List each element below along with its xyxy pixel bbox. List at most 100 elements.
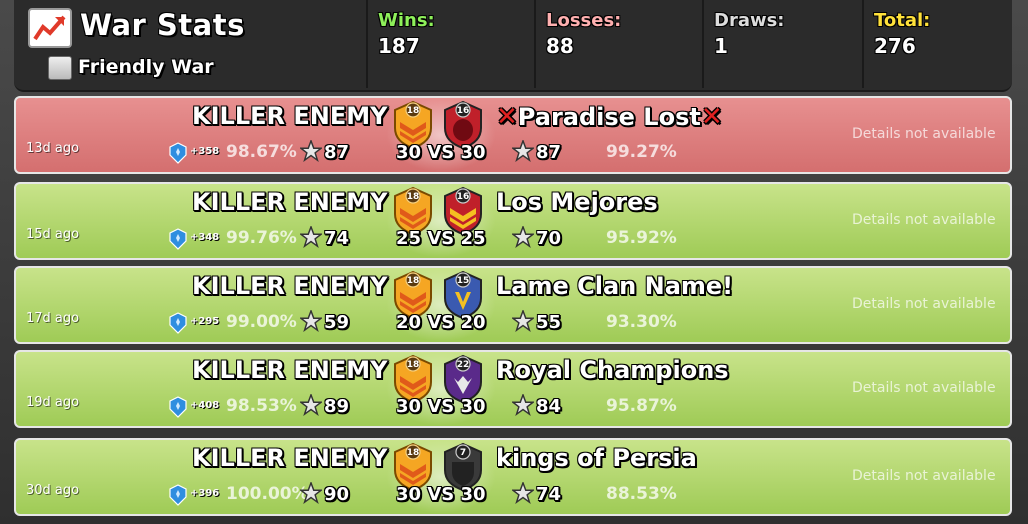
star-icon: [510, 480, 536, 508]
own-stars: 87: [324, 142, 350, 163]
war-time-ago: 19d ago: [26, 395, 80, 410]
own-stars: 59: [324, 312, 350, 333]
own-destruction-percent: 98.67%: [226, 142, 297, 162]
own-destruction-percent: 99.76%: [226, 228, 297, 248]
stat-label: Draws:: [714, 10, 785, 31]
own-stars: 90: [324, 484, 350, 505]
war-log-row[interactable]: 17d ago KILLER ENEMY 18 15 Lame Clan Name! +2…: [14, 266, 1012, 344]
opponent-clan-name: ✕Paradise Lost✕: [496, 102, 723, 132]
opponent-clan-label: Paradise Lost: [517, 103, 701, 131]
opponent-clan-name: Lame Clan Name!: [496, 272, 733, 300]
war-size: 20 VS 20: [396, 312, 486, 333]
svg-text:15: 15: [457, 276, 470, 286]
own-stars: 74: [324, 228, 350, 249]
star-icon: [298, 308, 324, 336]
opponent-destruction-percent: 95.92%: [606, 228, 677, 248]
own-destruction-percent: 99.00%: [226, 312, 297, 332]
trophy-icon: [168, 142, 188, 164]
war-time-ago: 15d ago: [26, 227, 80, 242]
own-clan-name: KILLER ENEMY: [192, 444, 388, 472]
stat-value: 187: [378, 34, 420, 58]
star-icon: [298, 138, 324, 166]
war-time-ago: 17d ago: [26, 311, 80, 326]
war-log-panel: War Stats Friendly War Wins: 187 Losses:…: [0, 0, 1028, 524]
stat-value: 276: [874, 34, 916, 58]
trophy-gain: +295: [190, 316, 220, 327]
war-size: 30 VS 30: [396, 396, 486, 417]
star-icon: [510, 308, 536, 336]
trophy-icon: [168, 228, 188, 250]
opponent-destruction-percent: 95.87%: [606, 396, 677, 416]
opponent-stars: 70: [536, 228, 562, 249]
opponent-destruction-percent: 88.53%: [606, 484, 677, 504]
opponent-clan-name: Royal Champions: [496, 356, 729, 384]
opponent-stars: 87: [536, 142, 562, 163]
svg-text:18: 18: [407, 106, 420, 116]
stats-chart-icon: [28, 8, 72, 48]
opponent-destruction-percent: 93.30%: [606, 312, 677, 332]
trophy-icon: [168, 484, 188, 506]
friendly-war-checkbox[interactable]: [48, 56, 72, 80]
star-icon: [510, 138, 536, 166]
cross-mark-icon: ✕: [700, 102, 723, 132]
stat-label: Wins:: [378, 10, 435, 31]
stat-label: Total:: [874, 10, 931, 31]
opponent-clan-label: kings of Persia: [496, 444, 697, 472]
stat-losses: Losses: 88: [534, 0, 702, 88]
war-size: 30 VS 30: [396, 484, 486, 505]
own-clan-name: KILLER ENEMY: [192, 272, 388, 300]
stat-wins: Wins: 187: [366, 0, 534, 88]
own-stars: 89: [324, 396, 350, 417]
own-clan-name: KILLER ENEMY: [192, 188, 388, 216]
war-log-row[interactable]: 15d ago KILLER ENEMY 18 16 Los Mejores +348 99…: [14, 182, 1012, 260]
stat-value: 88: [546, 34, 574, 58]
svg-text:18: 18: [407, 192, 420, 202]
trophy-gain: +348: [190, 232, 220, 243]
war-log-row[interactable]: 13d ago KILLER ENEMY 18 16 ✕Paradise Lost✕ +3…: [14, 96, 1012, 174]
war-log-row[interactable]: 30d ago KILLER ENEMY 18 7 kings of Persia +39…: [14, 438, 1012, 516]
details-status: Details not available: [852, 380, 996, 396]
details-status: Details not available: [852, 126, 996, 142]
opponent-clan-label: Los Mejores: [496, 188, 658, 216]
war-log-row[interactable]: 19d ago KILLER ENEMY 18 22 Royal Champions +4…: [14, 350, 1012, 428]
opponent-stars: 74: [536, 484, 562, 505]
trophy-icon: [168, 396, 188, 418]
own-clan-name: KILLER ENEMY: [192, 356, 388, 384]
opponent-clan-name: Los Mejores: [496, 188, 658, 216]
own-clan-name: KILLER ENEMY: [192, 102, 388, 130]
svg-text:18: 18: [407, 276, 420, 286]
star-icon: [298, 480, 324, 508]
friendly-war-label: Friendly War: [78, 56, 214, 78]
svg-text:7: 7: [460, 448, 466, 458]
details-status: Details not available: [852, 296, 996, 312]
stat-value: 1: [714, 34, 728, 58]
svg-text:16: 16: [457, 192, 470, 202]
cross-mark-icon: ✕: [496, 102, 518, 132]
war-size: 30 VS 30: [396, 142, 486, 163]
details-status: Details not available: [852, 212, 996, 228]
svg-text:18: 18: [407, 360, 420, 370]
opponent-stars: 84: [536, 396, 562, 417]
opponent-clan-label: Royal Champions: [496, 356, 729, 384]
trophy-gain: +408: [190, 400, 220, 411]
opponent-clan-name: kings of Persia: [496, 444, 697, 472]
stat-total: Total: 276: [862, 0, 1014, 88]
page-title: War Stats: [80, 8, 245, 42]
svg-text:22: 22: [457, 360, 470, 370]
opponent-stars: 55: [536, 312, 562, 333]
star-icon: [510, 392, 536, 420]
trophy-gain: +396: [190, 488, 220, 499]
svg-text:16: 16: [457, 106, 470, 116]
war-time-ago: 30d ago: [26, 483, 80, 498]
stat-draws: Draws: 1: [702, 0, 862, 88]
star-icon: [510, 224, 536, 252]
svg-text:18: 18: [407, 448, 420, 458]
star-icon: [298, 392, 324, 420]
trophy-icon: [168, 312, 188, 334]
opponent-clan-label: Lame Clan Name!: [496, 272, 734, 300]
trophy-gain: +358: [190, 146, 220, 157]
details-status: Details not available: [852, 468, 996, 484]
war-time-ago: 13d ago: [26, 141, 80, 156]
star-icon: [298, 224, 324, 252]
own-destruction-percent: 98.53%: [226, 396, 297, 416]
